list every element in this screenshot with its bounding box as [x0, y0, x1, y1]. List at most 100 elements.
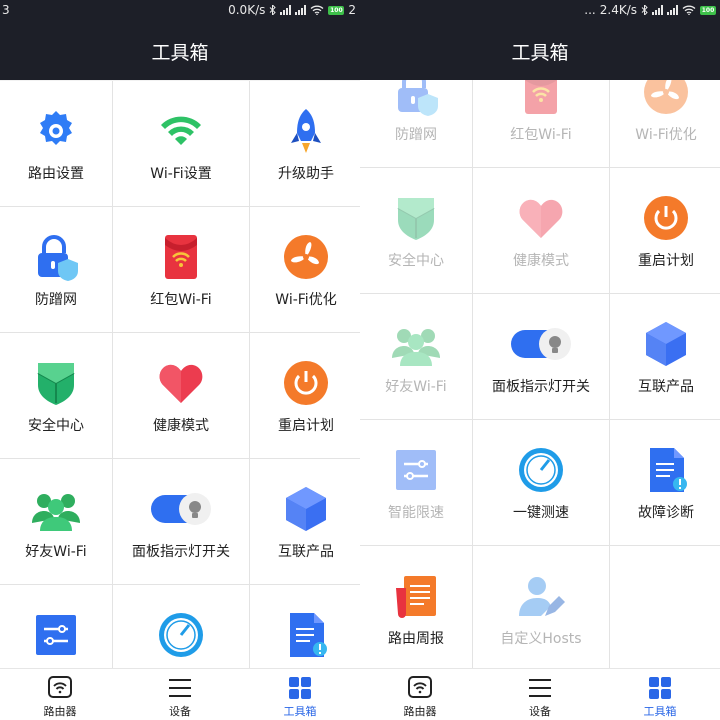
- tool-wifi-settings[interactable]: Wi-Fi设置: [113, 81, 249, 206]
- signal-icon: [652, 5, 663, 15]
- tool-label: 故障诊断: [638, 505, 694, 521]
- tool-label: 安全中心: [388, 253, 444, 269]
- nav-toolbox[interactable]: 工具箱: [240, 669, 360, 720]
- lock-shield-icon: [32, 233, 80, 281]
- speedometer-icon: [517, 446, 565, 494]
- bottom-nav: 路由器 设备 工具箱: [0, 668, 360, 720]
- tool-label: 面板指示灯开关: [132, 544, 230, 560]
- router-icon: [48, 676, 72, 698]
- red-packet-icon: [157, 233, 205, 281]
- tool-anti-leech[interactable]: 防蹭网: [360, 80, 472, 167]
- status-indicators: ... 2.4K/s 100: [584, 3, 716, 17]
- tool-fault-diagnosis[interactable]: 故障诊断: [250, 585, 360, 668]
- tool-iot-products[interactable]: 互联产品: [250, 459, 360, 584]
- page-title: 工具箱: [360, 22, 720, 80]
- menu-icon: [529, 679, 551, 697]
- nav-router[interactable]: 路由器: [360, 669, 480, 720]
- status-bar: 3 0.0K/s 100 2: [0, 0, 360, 22]
- tool-label: 重启计划: [638, 253, 694, 269]
- tool-label: 一键测速: [513, 505, 569, 521]
- users-icon: [392, 320, 440, 368]
- tool-router-weekly[interactable]: 路由周报: [360, 546, 472, 668]
- sliders-icon: [392, 446, 440, 494]
- tool-label: 健康模式: [153, 418, 209, 434]
- tool-router-settings[interactable]: 路由设置: [0, 81, 112, 206]
- tool-label: 健康模式: [513, 253, 569, 269]
- status-bar: ... 2.4K/s 100: [360, 0, 720, 22]
- shield-icon: [392, 194, 440, 242]
- nav-devices[interactable]: 设备: [120, 669, 240, 720]
- tool-red-packet-wifi[interactable]: 红包Wi-Fi: [113, 207, 249, 332]
- shield-icon: [32, 359, 80, 407]
- wifi-status-icon: [682, 5, 696, 15]
- tool-anti-leech[interactable]: 防蹭网: [0, 207, 112, 332]
- tool-panel-light-switch[interactable]: 面板指示灯开关: [113, 459, 249, 584]
- document-icon: [282, 611, 330, 659]
- status-indicators: 0.0K/s 100 2: [228, 3, 356, 17]
- tool-red-packet-wifi[interactable]: 红包Wi-Fi: [473, 80, 609, 167]
- speedometer-icon: [157, 611, 205, 659]
- users-icon: [32, 485, 80, 533]
- router-icon: [408, 676, 432, 698]
- tool-friend-wifi[interactable]: 好友Wi-Fi: [360, 294, 472, 419]
- tool-reboot-plan[interactable]: 重启计划: [250, 333, 360, 458]
- tool-security-center[interactable]: 安全中心: [360, 168, 472, 293]
- power-icon: [642, 194, 690, 242]
- battery-icon: 100: [700, 5, 716, 15]
- tool-label: 防蹭网: [35, 292, 77, 308]
- report-icon: [392, 572, 440, 620]
- tool-health-mode[interactable]: 健康模式: [113, 333, 249, 458]
- tool-grid-viewport[interactable]: 路由设置 Wi-Fi设置 升级助手 防蹭网 红包Wi-Fi Wi-Fi优化 安全…: [0, 80, 360, 668]
- tool-label: 互联产品: [278, 544, 334, 560]
- nav-toolbox[interactable]: 工具箱: [600, 669, 720, 720]
- tool-custom-hosts[interactable]: 自定义Hosts: [473, 546, 609, 668]
- tool-label: 安全中心: [28, 418, 84, 434]
- tool-friend-wifi[interactable]: 好友Wi-Fi: [0, 459, 112, 584]
- tool-reboot-plan[interactable]: 重启计划: [610, 168, 720, 293]
- tool-upgrade-helper[interactable]: 升级助手: [250, 81, 360, 206]
- screen-right: ... 2.4K/s 100 工具箱 防蹭网 红包Wi-Fi Wi-Fi优化 安…: [360, 0, 720, 720]
- bluetooth-icon: [269, 5, 277, 15]
- tool-one-click-speedtest[interactable]: 一键测速: [473, 420, 609, 545]
- tool-label: Wi-Fi优化: [635, 127, 697, 143]
- document-icon: [642, 446, 690, 494]
- tool-iot-products[interactable]: 互联产品: [610, 294, 720, 419]
- battery-icon: 100: [328, 5, 345, 15]
- notification-dots: ...: [584, 3, 596, 17]
- toggle-bulb-icon: [509, 320, 573, 368]
- wifi-status-icon: [310, 5, 324, 15]
- nav-label: 工具箱: [283, 705, 317, 718]
- tool-security-center[interactable]: 安全中心: [0, 333, 112, 458]
- nav-devices[interactable]: 设备: [480, 669, 600, 720]
- tool-fault-diagnosis[interactable]: 故障诊断: [610, 420, 720, 545]
- tool-smart-speed-limit[interactable]: 智能限速: [0, 585, 112, 668]
- page-title: 工具箱: [0, 22, 360, 80]
- tool-label: Wi-Fi设置: [150, 166, 212, 182]
- tool-wifi-optimize[interactable]: Wi-Fi优化: [610, 80, 720, 167]
- status-extra: 2: [348, 3, 356, 17]
- network-speed: 0.0K/s: [228, 3, 266, 17]
- signal-icon: [280, 5, 292, 15]
- nav-router[interactable]: 路由器: [0, 669, 120, 720]
- wifi-icon: [157, 107, 205, 155]
- tool-label: Wi-Fi优化: [275, 292, 337, 308]
- status-notification-count: 3: [2, 3, 10, 17]
- grid-icon: [289, 677, 311, 699]
- tool-label: 红包Wi-Fi: [510, 127, 572, 143]
- signal-icon: [667, 5, 678, 15]
- nav-label: 设备: [529, 705, 551, 718]
- toggle-bulb-icon: [149, 485, 213, 533]
- bluetooth-icon: [641, 5, 648, 15]
- power-icon: [282, 359, 330, 407]
- tool-panel-light-switch[interactable]: 面板指示灯开关: [473, 294, 609, 419]
- nav-label: 设备: [169, 705, 191, 718]
- nav-label: 工具箱: [643, 705, 677, 718]
- tool-grid-viewport[interactable]: 防蹭网 红包Wi-Fi Wi-Fi优化 安全中心 健康模式 重启计划 好友Wi-…: [360, 80, 720, 668]
- tool-health-mode[interactable]: 健康模式: [473, 168, 609, 293]
- tool-one-click-speedtest[interactable]: 一键测速: [113, 585, 249, 668]
- network-speed: 2.4K/s: [599, 3, 637, 17]
- gear-icon: [32, 107, 80, 155]
- tool-smart-speed-limit[interactable]: 智能限速: [360, 420, 472, 545]
- fan-icon: [642, 80, 690, 116]
- tool-wifi-optimize[interactable]: Wi-Fi优化: [250, 207, 360, 332]
